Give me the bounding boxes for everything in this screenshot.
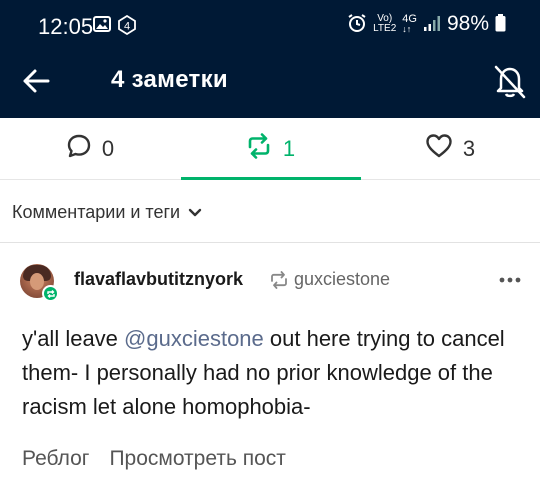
- bell-off-icon[interactable]: [492, 63, 528, 104]
- svg-text:4: 4: [124, 21, 130, 33]
- reblog-icon: [245, 132, 273, 165]
- status-time: 12:05: [38, 14, 94, 39]
- post-source-user[interactable]: guxciestone: [294, 269, 390, 290]
- active-tab-indicator: [181, 177, 361, 180]
- post-actions: Реблог Просмотреть пост: [22, 447, 286, 471]
- post-text: y'all leave @guxciestone out here trying…: [22, 322, 532, 424]
- comments-count: 0: [101, 135, 115, 161]
- reblogs-count: 1: [282, 135, 296, 161]
- status-right-group: Vo) LTE2 4G ↓↑ 98%: [347, 12, 506, 36]
- post-mention-link[interactable]: @guxciestone: [124, 326, 264, 351]
- battery-percent: 98%: [446, 12, 489, 35]
- notification-badge-icon: 4: [117, 14, 137, 40]
- reblog-small-icon: [269, 271, 289, 294]
- chevron-down-icon: [188, 202, 202, 223]
- tab-reblogs[interactable]: 1: [180, 118, 360, 179]
- filter-label: Комментарии и теги: [12, 202, 181, 222]
- arrow-left-icon[interactable]: [22, 68, 50, 99]
- notes-tabs: 0 1 3: [0, 118, 540, 180]
- avatar[interactable]: [20, 264, 59, 302]
- tab-likes[interactable]: 3: [360, 118, 540, 179]
- alarm-icon: [347, 13, 367, 36]
- network-4g: 4G ↓↑: [402, 13, 417, 35]
- view-post-button[interactable]: Просмотреть пост: [109, 447, 285, 471]
- reblog-action-button[interactable]: Реблог: [22, 447, 89, 471]
- section-divider: [0, 242, 540, 243]
- avatar-face: [30, 273, 44, 290]
- post-text-start: y'all leave: [22, 326, 125, 351]
- page-title: 4 заметки: [111, 66, 228, 93]
- more-options-icon[interactable]: [498, 268, 522, 297]
- post-username[interactable]: flavaflavbutitznyork: [74, 269, 243, 290]
- network-volte: Vo) LTE2: [373, 13, 397, 34]
- status-bar: 12:05 4 Vo) LTE2 4G ↓↑ 98%: [0, 0, 540, 44]
- likes-count: 3: [462, 135, 476, 161]
- app-bar: 4 заметки: [0, 44, 540, 118]
- post-header: flavaflavbutitznyork guxciestone: [20, 264, 530, 304]
- tab-comments[interactable]: 0: [0, 118, 180, 179]
- comment-icon: [66, 133, 92, 165]
- comments-filter-dropdown[interactable]: Комментарии и теги: [12, 202, 202, 223]
- reblog-badge-icon: [42, 285, 59, 302]
- signal-icon: [423, 14, 441, 35]
- battery-icon: [495, 13, 506, 35]
- image-icon: [93, 16, 111, 37]
- heart-icon: [425, 133, 453, 165]
